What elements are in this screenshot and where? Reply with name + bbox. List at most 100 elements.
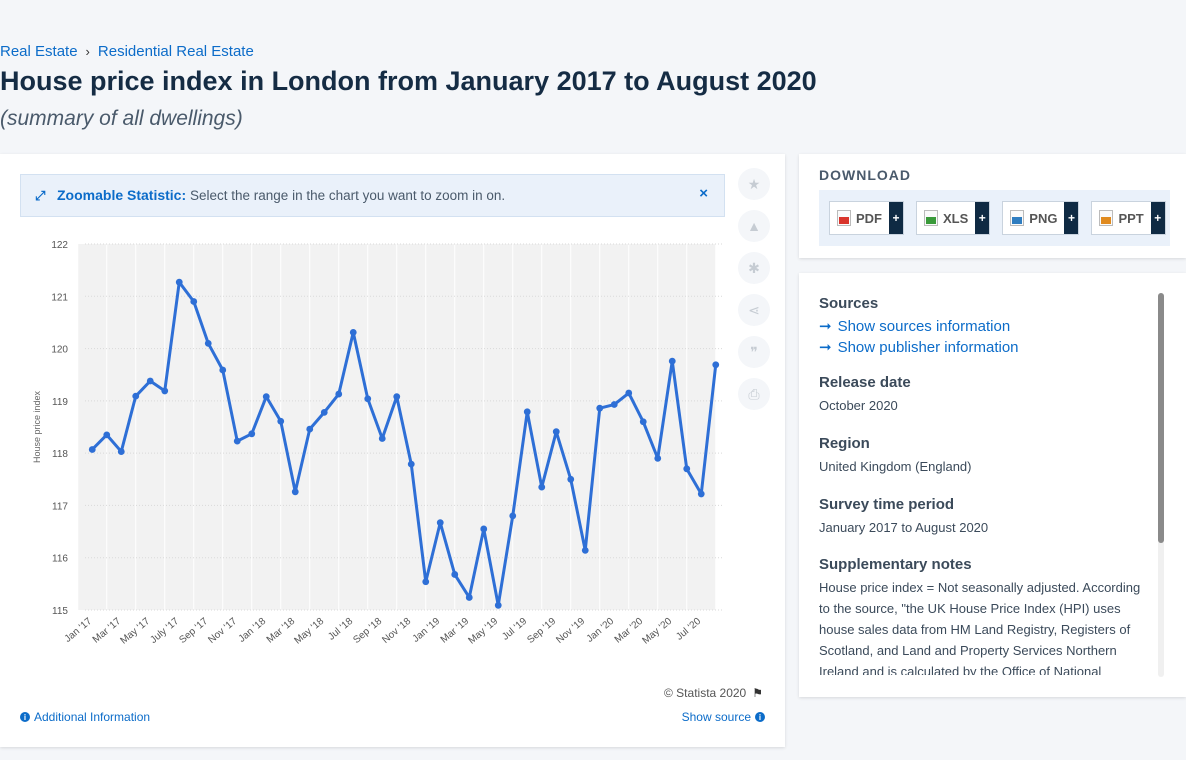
expand-icon: ⤢ bbox=[35, 188, 46, 203]
breadcrumb: Real Estate › Residential Real Estate bbox=[0, 43, 254, 60]
breadcrumb-real-estate[interactable]: Real Estate bbox=[0, 43, 78, 60]
data-point bbox=[697, 490, 705, 498]
breadcrumb-residential-real-estate[interactable]: Residential Real Estate bbox=[98, 43, 254, 60]
y-tick-label: 121 bbox=[51, 292, 68, 303]
show-sources-label: Show sources information bbox=[837, 317, 1011, 335]
quote-icon[interactable]: ❞ bbox=[738, 336, 770, 368]
data-point bbox=[567, 475, 575, 483]
supplementary-notes-value: House price index = Not seasonally adjus… bbox=[819, 580, 1141, 675]
zoom-label: Zoomable Statistic: bbox=[57, 187, 187, 203]
chart-band bbox=[281, 244, 310, 610]
data-point bbox=[683, 465, 691, 473]
release-date-value: October 2020 bbox=[819, 398, 898, 413]
info-icon: i bbox=[755, 712, 765, 722]
top-bar bbox=[0, 0, 1186, 40]
copyright: © Statista 2020 ⚑ bbox=[664, 686, 763, 700]
download-png-label: PNG bbox=[1029, 210, 1058, 226]
x-tick-label: Jul '20 bbox=[674, 616, 703, 643]
chart-band bbox=[78, 244, 107, 610]
data-point bbox=[233, 437, 241, 445]
info-card: Sources ➞ Show sources information ➞ Show … bbox=[799, 273, 1186, 697]
scrollbar-thumb[interactable] bbox=[1158, 293, 1164, 543]
x-tick-label: Sep '18 bbox=[351, 616, 384, 646]
data-point bbox=[117, 448, 125, 455]
x-tick-label: Sep '17 bbox=[177, 616, 210, 646]
data-point bbox=[146, 377, 154, 385]
chart-band bbox=[339, 244, 368, 610]
chart-band bbox=[368, 244, 397, 610]
flag-icon[interactable]: ⚑ bbox=[752, 686, 763, 700]
survey-period-heading: Survey time period bbox=[819, 495, 955, 513]
plus-icon: + bbox=[1064, 202, 1079, 234]
share-icon[interactable]: ⋖ bbox=[738, 294, 770, 326]
side-toolbar: ★ ▲ ✱ ⋖ ❞ ⎙ bbox=[738, 168, 772, 420]
close-icon[interactable]: × bbox=[699, 185, 708, 202]
x-tick-label: May '19 bbox=[467, 616, 501, 647]
ppt-file-icon bbox=[1099, 210, 1114, 226]
download-xls-button[interactable]: XLS + bbox=[916, 201, 991, 235]
survey-period-value: January 2017 to August 2020 bbox=[819, 519, 989, 535]
x-tick-label: Nov '18 bbox=[380, 616, 413, 646]
data-point bbox=[103, 431, 111, 439]
data-point bbox=[132, 392, 140, 400]
show-publisher-label: Show publisher information bbox=[837, 338, 1019, 356]
data-point bbox=[552, 428, 560, 436]
download-ppt-label: PPT bbox=[1118, 210, 1144, 226]
pdf-file-icon bbox=[837, 210, 851, 226]
x-tick-label: Mar '17 bbox=[91, 616, 124, 646]
download-ppt-button[interactable]: PPT + bbox=[1091, 201, 1166, 235]
x-tick-label: Jan '18 bbox=[237, 616, 269, 645]
info-icon: i bbox=[20, 712, 30, 722]
plus-icon: + bbox=[889, 202, 903, 234]
arrow-right-icon: ➞ bbox=[819, 318, 832, 335]
info-content: Sources ➞ Show sources information ➞ Show … bbox=[819, 295, 1149, 675]
bell-icon[interactable]: ▲ bbox=[738, 210, 770, 242]
star-icon[interactable]: ★ bbox=[738, 168, 770, 200]
data-point bbox=[654, 454, 662, 462]
show-source-label: Show source bbox=[681, 710, 751, 724]
data-point bbox=[393, 393, 401, 401]
png-file-icon bbox=[1010, 210, 1025, 226]
x-tick-label: July '17 bbox=[148, 616, 181, 646]
data-point bbox=[465, 594, 473, 601]
data-point bbox=[88, 446, 96, 453]
data-point bbox=[306, 425, 314, 433]
chart-band bbox=[571, 244, 600, 610]
zoom-text: Select the range in the chart you want t… bbox=[190, 188, 506, 203]
chart-card: ⤢ Zoomable Statistic: Select the range i… bbox=[0, 154, 785, 747]
data-point bbox=[349, 328, 357, 336]
y-tick-label: 115 bbox=[52, 606, 68, 617]
print-icon[interactable]: ⎙ bbox=[738, 378, 770, 410]
chart-band bbox=[513, 244, 542, 610]
data-point bbox=[219, 366, 227, 374]
show-source-link[interactable]: Show source i bbox=[682, 710, 765, 724]
additional-information-link[interactable]: i Additional Information bbox=[20, 710, 150, 724]
download-card: DOWNLOAD PDF + XLS + PNG + PPT + bbox=[799, 154, 1186, 258]
line-chart[interactable]: 115 116 117 118 119 120 121 122 House price inde… bbox=[20, 234, 730, 674]
download-xls-label: XLS bbox=[943, 210, 969, 226]
x-tick-label: Sep '19 bbox=[525, 616, 558, 646]
show-sources-link[interactable]: ➞ Show sources information bbox=[819, 317, 1149, 336]
data-point bbox=[291, 488, 299, 496]
gear-icon[interactable]: ✱ bbox=[738, 252, 770, 284]
copyright-text: © Statista 2020 bbox=[664, 686, 747, 700]
scrollbar[interactable] bbox=[1158, 293, 1164, 677]
data-point bbox=[248, 430, 256, 438]
chart-band bbox=[223, 244, 252, 610]
data-point bbox=[204, 339, 212, 347]
x-tick-label: May '18 bbox=[293, 616, 327, 647]
xls-file-icon bbox=[924, 210, 938, 226]
data-point bbox=[509, 512, 517, 520]
x-tick-label: Jan '17 bbox=[63, 616, 95, 645]
region-heading: Region bbox=[819, 434, 870, 452]
data-point bbox=[712, 361, 720, 369]
download-png-button[interactable]: PNG + bbox=[1002, 201, 1080, 235]
show-publisher-link[interactable]: ➞ Show publisher information bbox=[819, 338, 1149, 357]
data-point bbox=[320, 408, 328, 416]
additional-information-label: Additional Information bbox=[34, 710, 151, 724]
data-point bbox=[668, 357, 676, 365]
download-pdf-button[interactable]: PDF + bbox=[829, 201, 904, 235]
chart-band bbox=[687, 244, 716, 610]
y-tick-label: 116 bbox=[52, 554, 68, 565]
plus-icon: + bbox=[975, 202, 990, 234]
